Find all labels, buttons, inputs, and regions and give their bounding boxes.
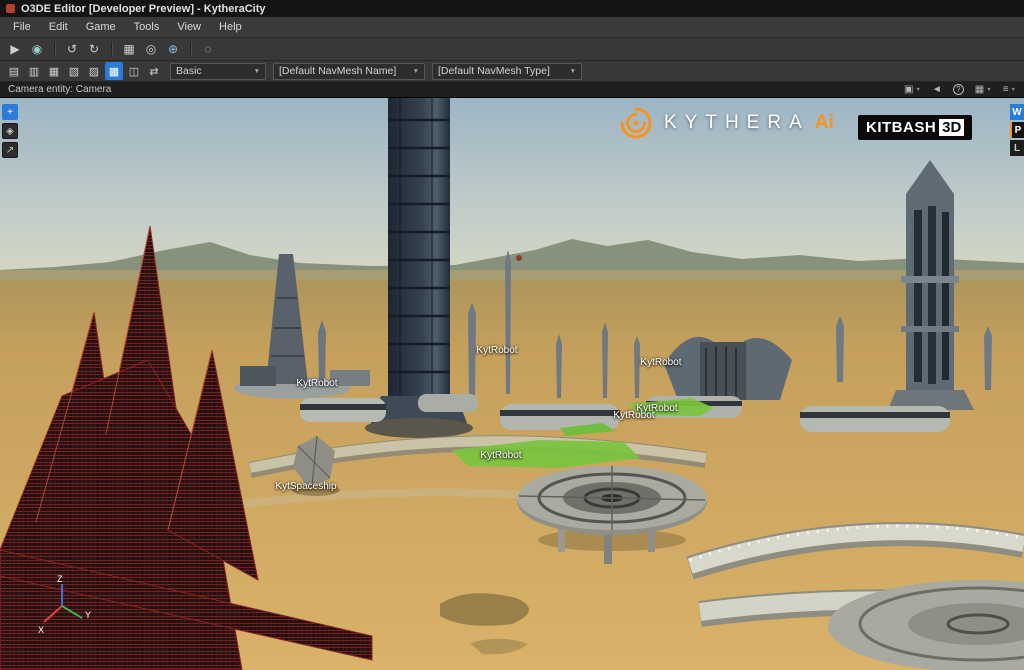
navmesh-links-icon[interactable]: ▧ [65,62,83,80]
kythera-wordmark: KYTHERA [664,112,810,134]
title-bar: O3DE Editor [Developer Preview] - Kyther… [0,0,1024,17]
lock-selection-icon[interactable]: ◉ [27,39,47,59]
audio-toggle-icon[interactable]: ◄ [932,84,942,95]
toolbar-separator [190,42,191,57]
chevron-down-icon: ▼ [570,68,576,75]
menu-file[interactable]: File [4,18,40,36]
toolbar-separator [54,42,55,57]
kythera-swirl-icon [618,105,654,141]
navmesh-type-value: [Default NavMesh Type] [438,65,550,77]
simulate-icon[interactable]: ▶ [5,39,25,59]
navigation-profile-select[interactable]: Basic ▼ [170,63,266,80]
undo-icon[interactable]: ↺ [62,39,82,59]
kythera-ai-logo: KYTHERA Ai [618,105,834,141]
menu-view[interactable]: View [168,18,210,36]
menu-edit[interactable]: Edit [40,18,77,36]
orbit-camera-tool[interactable]: ◈ [2,123,18,139]
camera-entity-label: Camera entity: Camera [8,84,111,95]
scene-render [0,98,1024,670]
navmesh-edit-icon[interactable]: ▥ [25,62,43,80]
chevron-down-icon: ▼ [254,68,260,75]
viewport-w-button[interactable]: W [1010,104,1024,120]
navmesh-name-select[interactable]: [Default NavMesh Name] ▼ [273,63,425,80]
display-options-icon[interactable]: ▣▼ [904,84,921,95]
axis-gizmo: Z Y X [34,574,98,640]
viewport-3d[interactable]: +◈↗ WPL KYTHERA Ai KITBASH 3D KytRobotKy… [0,98,1024,670]
toolbar-separator [111,42,112,57]
viewport-p-button[interactable]: P [1010,122,1024,138]
grid-settings-icon[interactable]: ▦▼ [975,84,992,95]
axis-y-label: Y [85,610,91,620]
global-settings-icon[interactable]: ⊕ [163,39,183,59]
navigation-toolbar: ▤▥▦▧▨▩◫⇄ Basic ▼ [Default NavMesh Name] … [0,61,1024,82]
navmesh-generate-icon[interactable]: ▩ [105,62,123,80]
viewport-l-button[interactable]: L [1010,140,1024,156]
menu-tools[interactable]: Tools [125,18,169,36]
kitbash-wordmark: KITBASH [866,119,936,136]
redo-icon[interactable]: ↻ [84,39,104,59]
app-icon [6,4,15,13]
help-icon[interactable]: ? [953,84,964,95]
navmesh-view-icon[interactable]: ▤ [5,62,23,80]
viewport-mode-buttons: WPL [1010,104,1024,156]
navmesh-volume-icon[interactable]: ◫ [125,62,143,80]
profile-select-value: Basic [176,65,202,77]
navmesh-flow-icon[interactable]: ⇄ [145,62,163,80]
axis-x-label: X [38,625,44,635]
viewport-header: Camera entity: Camera ▣▼ ◄? ▦▼ ≡▼ [0,82,1024,98]
zoom-camera-tool[interactable]: ↗ [2,142,18,158]
chevron-down-icon: ▼ [413,68,419,75]
viewport-menu-icon[interactable]: ≡▼ [1003,84,1016,95]
menu-help[interactable]: Help [210,18,251,36]
main-toolbar: ▶◉ ↺↻ ▦◎⊕ ◌ [0,38,1024,61]
viewport-toolbar: + ◈ ↗ [2,104,18,158]
navmesh-layers-icon[interactable]: ▦ [45,62,63,80]
navmesh-name-value: [Default NavMesh Name] [279,65,396,77]
menu-bar: FileEditGameToolsViewHelp [0,17,1024,38]
kitbash3d-logo: KITBASH 3D [858,115,972,140]
navmesh-areas-icon[interactable]: ▨ [85,62,103,80]
snap-grid-icon[interactable]: ▦ [119,39,139,59]
axis-z-label: Z [57,574,63,584]
snap-angle-icon[interactable]: ◎ [141,39,161,59]
kitbash-3d-badge: 3D [939,119,964,136]
move-camera-tool[interactable]: + [2,104,18,120]
menu-game[interactable]: Game [77,18,125,36]
window-title: O3DE Editor [Developer Preview] - Kyther… [21,3,266,15]
kythera-ai-suffix: Ai [815,112,834,134]
navmesh-type-select[interactable]: [Default NavMesh Type] ▼ [432,63,582,80]
search-icon[interactable]: ◌ [198,39,218,59]
